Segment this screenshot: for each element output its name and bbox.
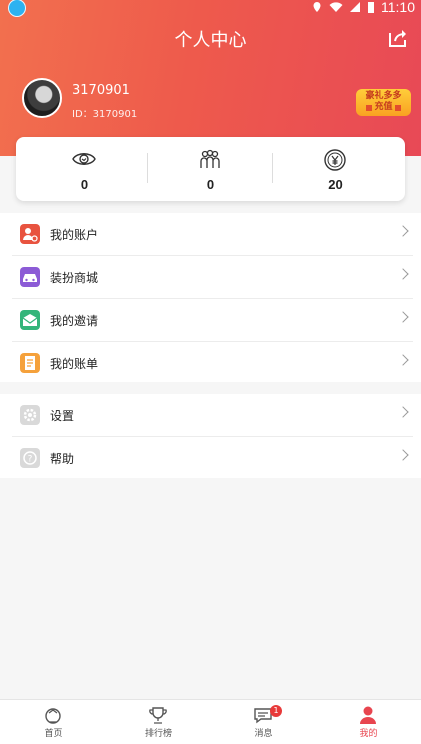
menu-item-my-invites[interactable]: 我的邀请 (12, 299, 413, 342)
car-icon (20, 267, 40, 287)
bottom-tab-bar: 首页 排行榜 1 消息 我的 (0, 699, 421, 744)
menu-item-label: 我的账单 (50, 357, 99, 371)
menu-item-my-bills[interactable]: 我的账单 (12, 342, 413, 384)
menu-item-label: 装扮商城 (50, 271, 99, 285)
gift-icon (366, 104, 373, 111)
gift-icon (394, 104, 401, 111)
recharge-promo-badge[interactable]: 豪礼多多 充值 (356, 89, 411, 116)
chevron-right-icon (397, 406, 409, 418)
avatar[interactable] (22, 78, 62, 118)
menu-item-settings[interactable]: 设置 (12, 394, 413, 437)
home-icon (45, 708, 61, 724)
stat-value: 0 (80, 177, 89, 192)
page-title: 个人中心 (174, 30, 247, 51)
profile-header-background (0, 0, 421, 156)
menu-item-help[interactable]: ? 帮助 (12, 437, 413, 479)
promo-line1: 豪礼多多 (365, 91, 402, 101)
menu-item-dressup-store[interactable]: 装扮商城 (12, 256, 413, 299)
tab-ranking[interactable]: 排行榜 (106, 700, 211, 744)
share-icon[interactable] (387, 27, 409, 49)
tab-me[interactable]: 我的 (316, 700, 421, 744)
tab-label: 排行榜 (144, 729, 172, 739)
menu-group-secondary: 设置 ? 帮助 (0, 394, 421, 478)
menu-group-main: 我的账户 装扮商城 我的邀请 我的账单 (0, 213, 421, 382)
menu-item-my-account[interactable]: 我的账户 (12, 213, 413, 256)
stat-coins[interactable]: 20 (271, 137, 400, 201)
stats-card: 0 0 20 (16, 137, 405, 201)
user-id: ID：3170901 (72, 109, 138, 120)
menu-item-label: 我的账户 (50, 228, 99, 242)
stat-value: 20 (328, 177, 343, 192)
people-icon (200, 149, 220, 168)
chevron-right-icon (397, 225, 409, 237)
app-notification-icon (8, 0, 26, 17)
user-icon (360, 706, 376, 724)
unread-count-badge: 1 (270, 705, 282, 717)
tab-label: 我的 (359, 729, 378, 739)
stat-value: 0 (206, 177, 215, 192)
menu-item-label: 设置 (50, 409, 75, 423)
help-icon: ? (20, 448, 40, 468)
wifi-icon (329, 2, 343, 12)
chevron-right-icon (397, 311, 409, 323)
chevron-right-icon (397, 268, 409, 280)
gear-icon (20, 405, 40, 425)
invite-icon (20, 310, 40, 330)
signal-icon (350, 2, 360, 12)
stat-followers[interactable]: 0 (146, 137, 275, 201)
status-time: 11:10 (381, 0, 415, 15)
account-icon (20, 224, 40, 244)
eye-icon (72, 153, 96, 165)
stat-views[interactable]: 0 (20, 137, 149, 201)
tab-label: 首页 (44, 729, 63, 739)
promo-line2: 充值 (374, 102, 393, 112)
menu-item-label: 我的邀请 (50, 314, 99, 328)
status-bar: 11:10 (0, 0, 421, 17)
tab-messages[interactable]: 1 消息 (211, 700, 316, 744)
menu-item-label: 帮助 (50, 452, 75, 466)
svg-text:?: ? (28, 455, 33, 465)
location-icon (313, 2, 321, 12)
user-name: 3170901 (72, 83, 130, 98)
battery-icon (368, 2, 374, 13)
yen-coin-icon (324, 149, 346, 171)
chevron-right-icon (397, 449, 409, 461)
tab-label: 消息 (254, 729, 273, 739)
tab-home[interactable]: 首页 (1, 700, 106, 744)
chevron-right-icon (397, 354, 409, 366)
trophy-icon (149, 707, 167, 724)
bill-icon (20, 353, 40, 373)
